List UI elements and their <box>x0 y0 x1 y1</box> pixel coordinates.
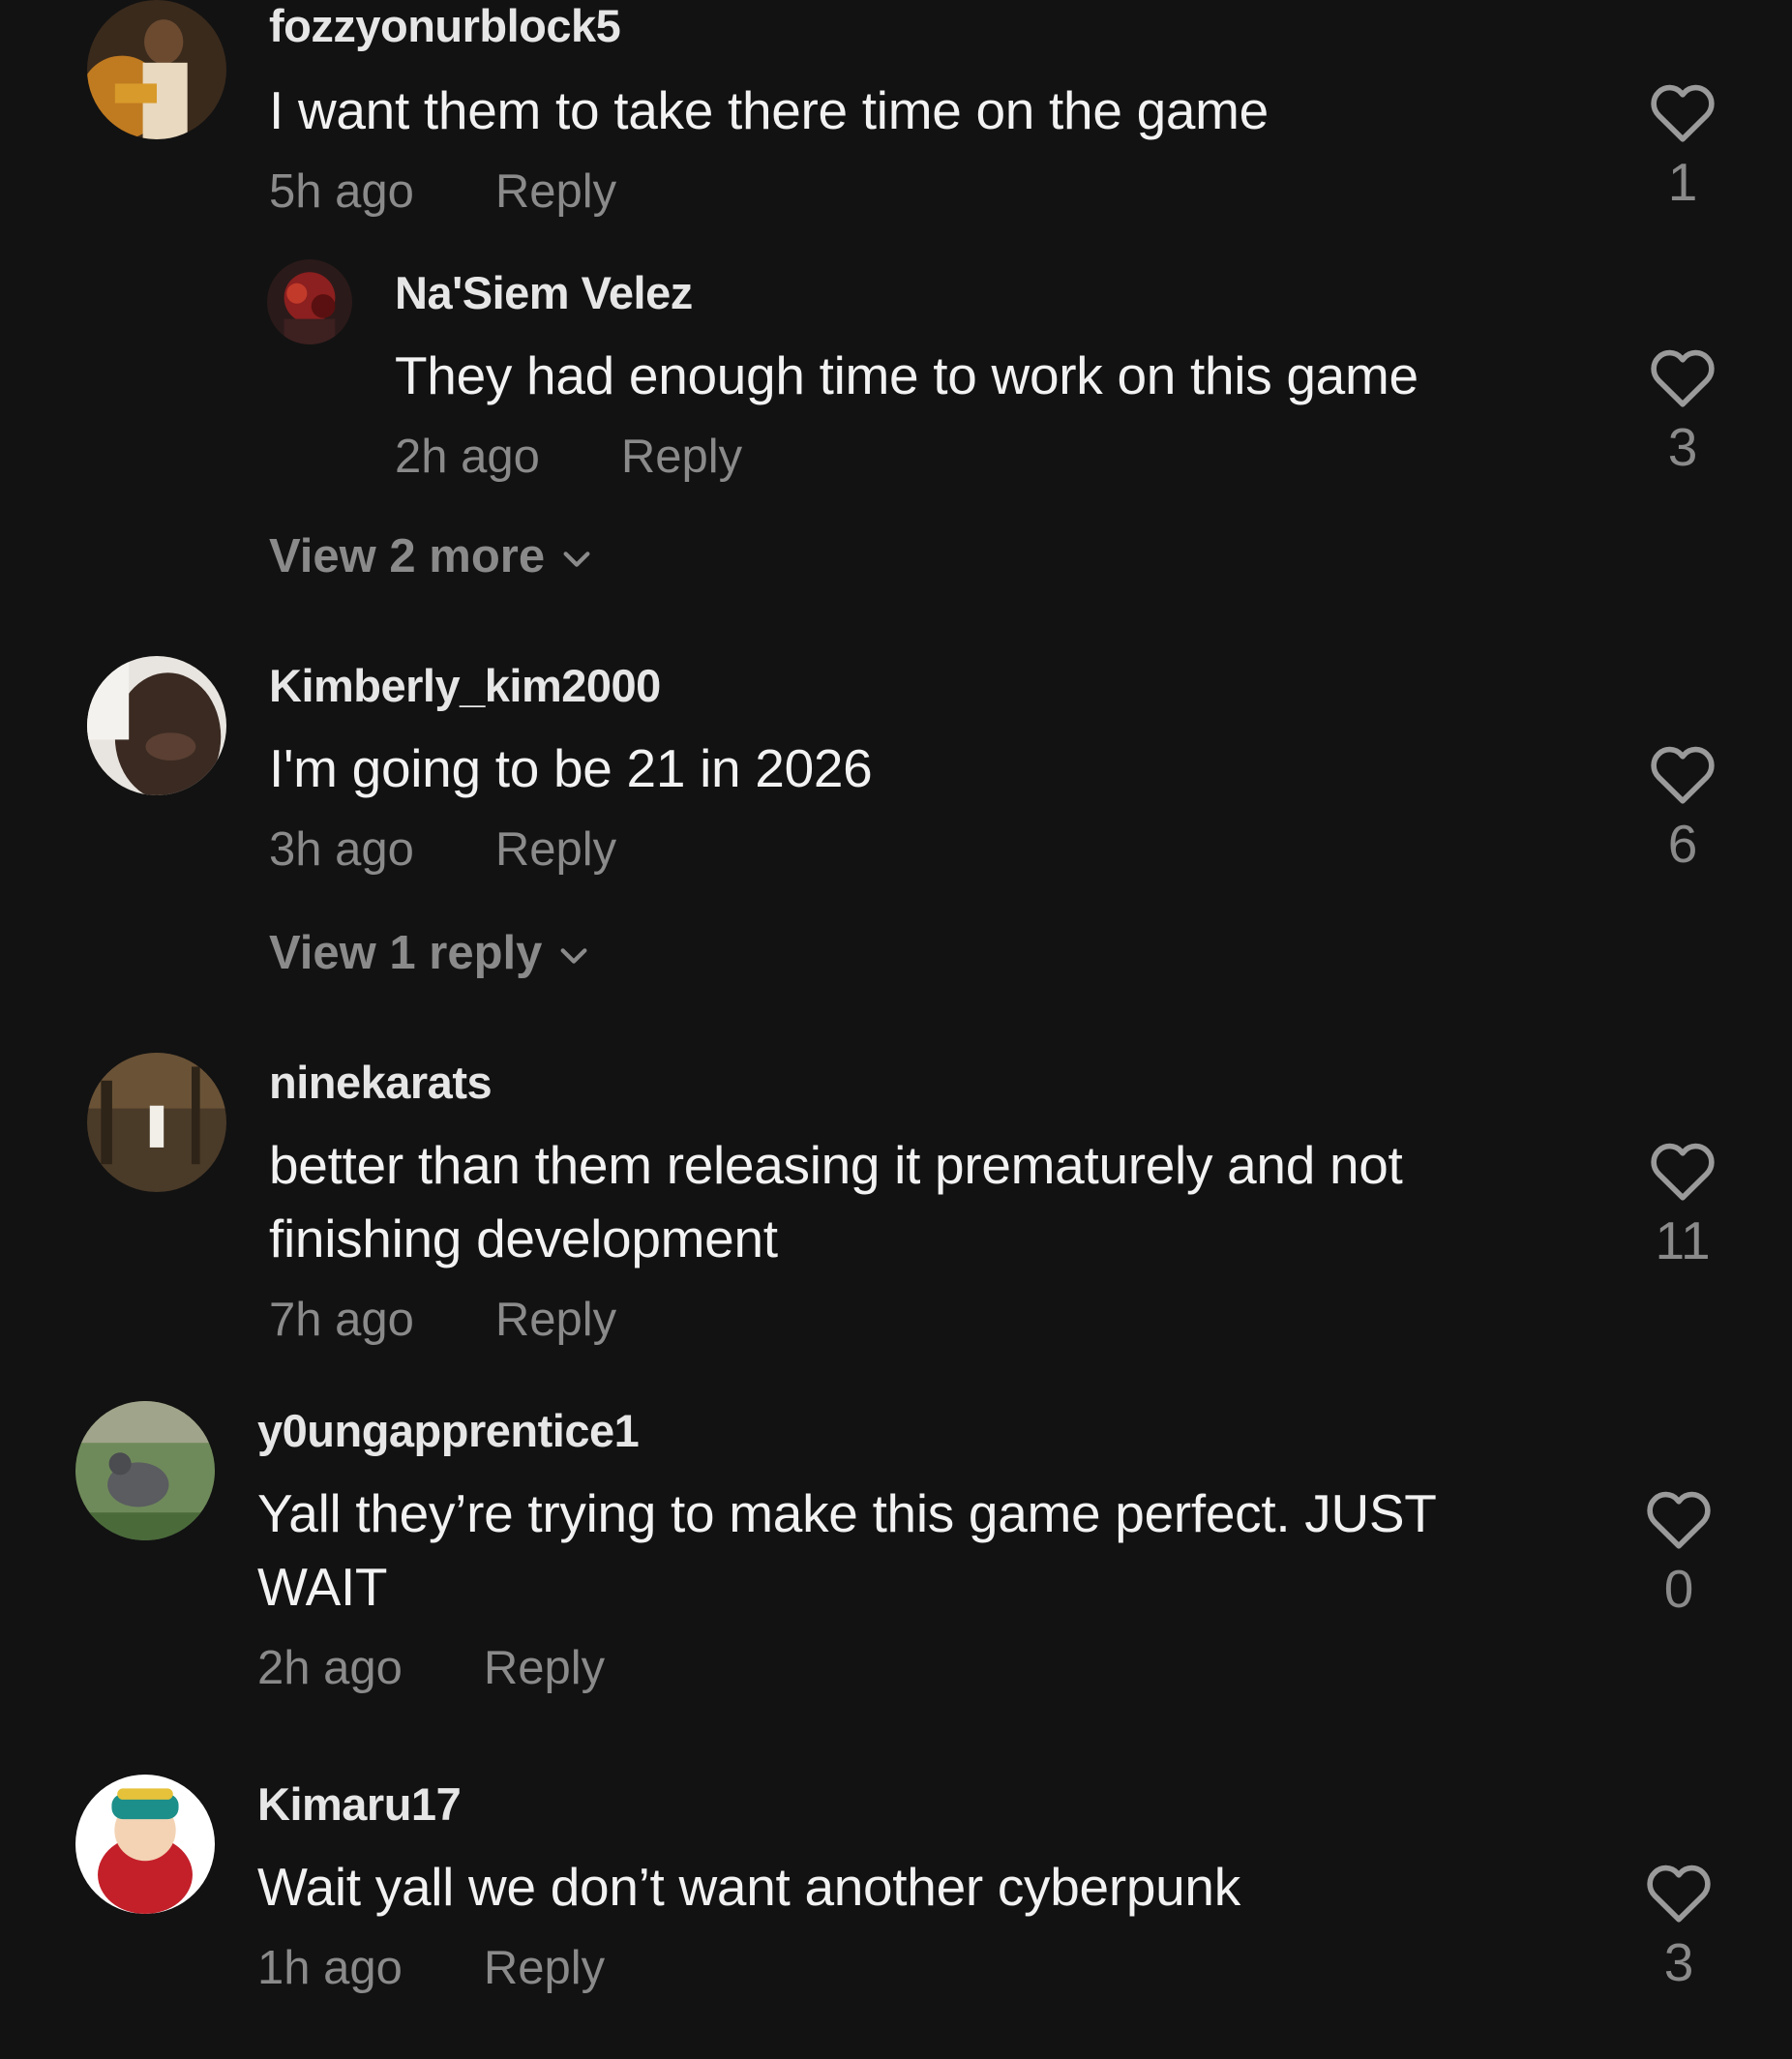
like-button[interactable]: 1 <box>1639 83 1726 211</box>
chevron-down-icon <box>563 552 590 567</box>
heart-outline-icon <box>1651 349 1715 407</box>
reply-button[interactable]: Reply <box>495 163 616 221</box>
comment-meta: 3h ago Reply <box>269 821 1566 879</box>
like-count: 0 <box>1663 1559 1694 1619</box>
like-count: 11 <box>1655 1210 1711 1270</box>
avatar[interactable] <box>75 1775 215 1914</box>
comment-text: I want them to take there time on the ga… <box>269 80 1269 140</box>
comment-timestamp: 7h ago <box>269 1294 414 1346</box>
comment-meta: 2h ago Reply <box>257 1639 1573 1697</box>
like-count: 6 <box>1667 814 1698 874</box>
like-button[interactable]: 11 <box>1639 1142 1726 1269</box>
view-replies-button[interactable]: View 1 reply <box>269 924 590 982</box>
comment-meta: 2h ago Reply <box>395 428 1614 486</box>
avatar-image <box>75 1401 215 1540</box>
comment-username[interactable]: Kimberly_kim2000 <box>269 660 1566 712</box>
heart-outline-icon <box>1651 84 1715 142</box>
reply-button[interactable]: Reply <box>495 1291 616 1349</box>
avatar-image <box>87 656 226 795</box>
comment-text: Wait yall we don’t want another cyberpun… <box>257 1857 1240 1917</box>
comment-text: better than them releasing it prematurel… <box>269 1135 1403 1268</box>
avatar[interactable] <box>75 1401 215 1540</box>
reply-button[interactable]: Reply <box>484 1639 605 1697</box>
avatar[interactable] <box>87 1053 226 1192</box>
comment-meta: 1h ago Reply <box>257 1939 1573 1997</box>
reply-button[interactable]: Reply <box>484 1939 605 1997</box>
heart-outline-icon <box>1647 1865 1711 1923</box>
view-replies-label: View 1 reply <box>269 927 543 979</box>
heart-outline-icon <box>1647 1491 1711 1549</box>
reply-button[interactable]: Reply <box>621 428 742 486</box>
reply-button[interactable]: Reply <box>495 821 616 879</box>
comment-username[interactable]: Na'Siem Velez <box>395 267 1614 319</box>
comment-timestamp: 2h ago <box>257 1642 403 1694</box>
comment-username[interactable]: y0ungapprentice1 <box>257 1405 1573 1457</box>
like-button[interactable]: 3 <box>1639 348 1726 476</box>
heart-outline-icon <box>1651 1143 1715 1201</box>
like-count: 1 <box>1667 152 1698 212</box>
avatar[interactable] <box>267 259 352 344</box>
avatar-image <box>267 259 352 344</box>
chevron-down-icon <box>560 948 587 964</box>
heart-outline-icon <box>1651 746 1715 804</box>
like-button[interactable]: 3 <box>1635 1864 1722 1991</box>
comment-timestamp: 3h ago <box>269 823 414 876</box>
like-count: 3 <box>1663 1932 1694 1992</box>
view-more-replies-button[interactable]: View 2 more <box>269 527 593 585</box>
comment-timestamp: 2h ago <box>395 431 540 483</box>
comment-meta: 5h ago Reply <box>269 163 1566 221</box>
like-button[interactable]: 6 <box>1639 745 1726 873</box>
comment-timestamp: 5h ago <box>269 165 414 218</box>
comment-text: I'm going to be 21 in 2026 <box>269 738 873 798</box>
comment-text: Yall they’re trying to make this game pe… <box>257 1483 1436 1617</box>
view-more-label: View 2 more <box>269 530 546 582</box>
comment-meta: 7h ago Reply <box>269 1291 1566 1349</box>
avatar-image <box>75 1775 215 1914</box>
like-count: 3 <box>1667 417 1698 477</box>
comment-username[interactable]: ninekarats <box>269 1057 1566 1109</box>
comment-text: They had enough time to work on this gam… <box>395 345 1419 405</box>
like-button[interactable]: 0 <box>1635 1490 1722 1618</box>
avatar-image <box>87 1053 226 1192</box>
avatar-image <box>87 0 226 139</box>
avatar[interactable] <box>87 0 226 139</box>
comment-username[interactable]: fozzyonurblock5 <box>269 0 1566 52</box>
comment-timestamp: 1h ago <box>257 1942 403 1994</box>
avatar[interactable] <box>87 656 226 795</box>
comment-username[interactable]: Kimaru17 <box>257 1778 1573 1831</box>
